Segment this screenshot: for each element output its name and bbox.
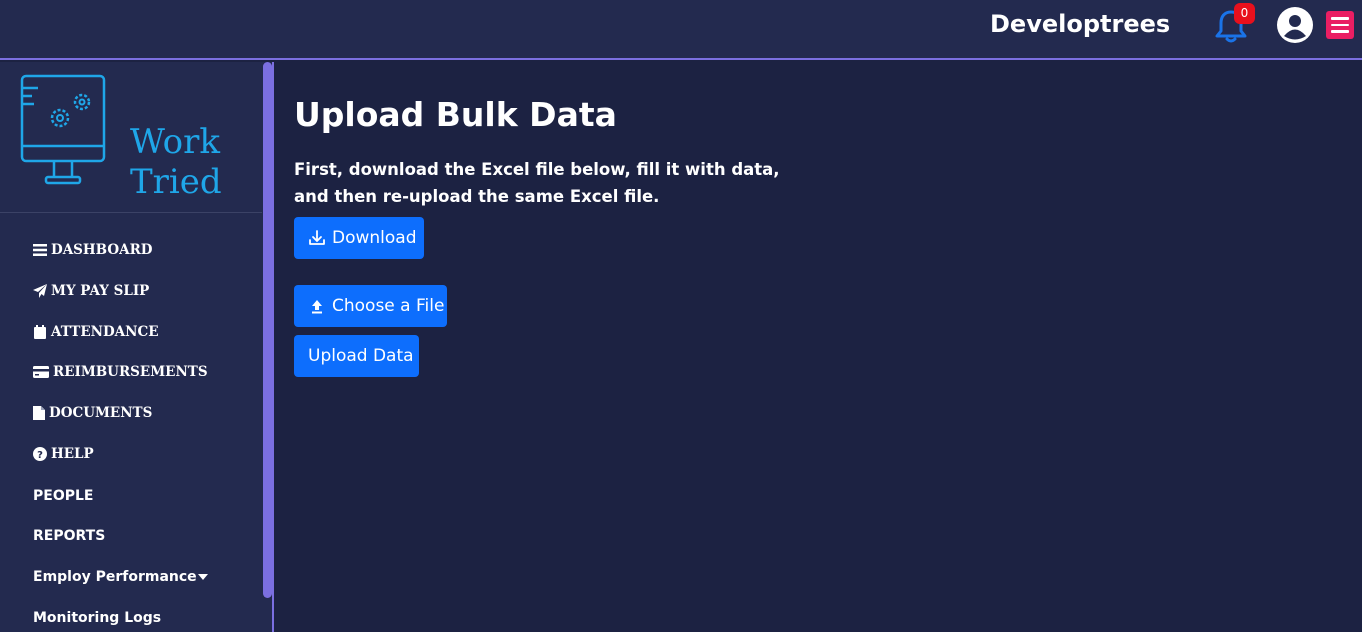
- notification-badge: 0: [1234, 3, 1255, 24]
- file-icon: [33, 406, 45, 420]
- svg-text:?: ?: [37, 450, 43, 461]
- upload-data-label: Upload Data: [308, 346, 414, 366]
- paper-plane-icon: [33, 284, 47, 298]
- calendar-icon: [34, 325, 46, 339]
- sidebar-item-reports[interactable]: REPORTS: [33, 525, 105, 547]
- sidebar-item-label: DOCUMENTS: [49, 405, 153, 421]
- choose-file-label: Choose a File: [332, 296, 445, 316]
- top-bar: Developtrees 0: [0, 0, 1362, 60]
- user-avatar-icon[interactable]: [1277, 7, 1313, 43]
- sidebar-item-label: Employ Performance: [33, 569, 197, 585]
- sidebar-item-label: REPORTS: [33, 528, 106, 544]
- question-circle-icon: ?: [33, 447, 47, 461]
- instructions-text: First, download the Excel file below, fi…: [294, 160, 780, 206]
- sidebar-item-label: MY PAY SLIP: [51, 283, 150, 299]
- download-label: Download: [332, 228, 417, 248]
- upload-data-button[interactable]: Upload Data: [294, 335, 419, 377]
- sidebar-item-dashboard[interactable]: DASHBOARD: [33, 239, 153, 261]
- content-divider: [272, 62, 274, 632]
- company-logo: Work Tried: [18, 74, 243, 202]
- sidebar-item-reimbursements[interactable]: REIMBURSEMENTS: [33, 361, 208, 383]
- sidebar-item-label: Monitoring Logs: [33, 610, 162, 626]
- sidebar-item-label: REIMBURSEMENTS: [53, 364, 208, 380]
- download-icon: [309, 230, 325, 245]
- choose-file-button[interactable]: Choose a File: [294, 285, 447, 327]
- sidebar-item-label: PEOPLE: [33, 488, 94, 504]
- sidebar-item-attendance[interactable]: ATTENDANCE: [33, 321, 159, 343]
- credit-card-icon: [33, 366, 49, 378]
- logo-text: Work Tried: [130, 122, 222, 202]
- sidebar-divider: [0, 212, 262, 213]
- sidebar-item-employ-performance[interactable]: Employ Performance: [33, 566, 208, 588]
- sidebar-item-label: HELP: [51, 446, 94, 462]
- sidebar-item-monitoring-logs[interactable]: Monitoring Logs: [33, 607, 161, 629]
- sidebar-item-label: ATTENDANCE: [51, 324, 159, 340]
- list-icon: [33, 244, 47, 256]
- monitor-gear-icon: [20, 74, 106, 185]
- sidebar-item-label: DASHBOARD: [51, 242, 153, 258]
- page-title: Upload Bulk Data: [294, 95, 617, 134]
- sidebar-item-my-pay-slip[interactable]: MY PAY SLIP: [33, 280, 149, 302]
- caret-down-icon: [197, 574, 208, 580]
- sidebar-item-documents[interactable]: DOCUMENTS: [33, 402, 152, 424]
- sidebar-item-people[interactable]: PEOPLE: [33, 485, 93, 507]
- org-name: Developtrees: [990, 10, 1171, 38]
- upload-icon: [312, 300, 322, 314]
- hamburger-menu-icon[interactable]: [1326, 11, 1354, 39]
- scrollbar-thumb[interactable]: [263, 62, 272, 598]
- sidebar-item-help[interactable]: ? HELP: [33, 443, 94, 465]
- download-button[interactable]: Download: [294, 217, 424, 259]
- sidebar: Work Tried DASHBOARD MY PAY SLIP ATTENDA…: [0, 62, 262, 632]
